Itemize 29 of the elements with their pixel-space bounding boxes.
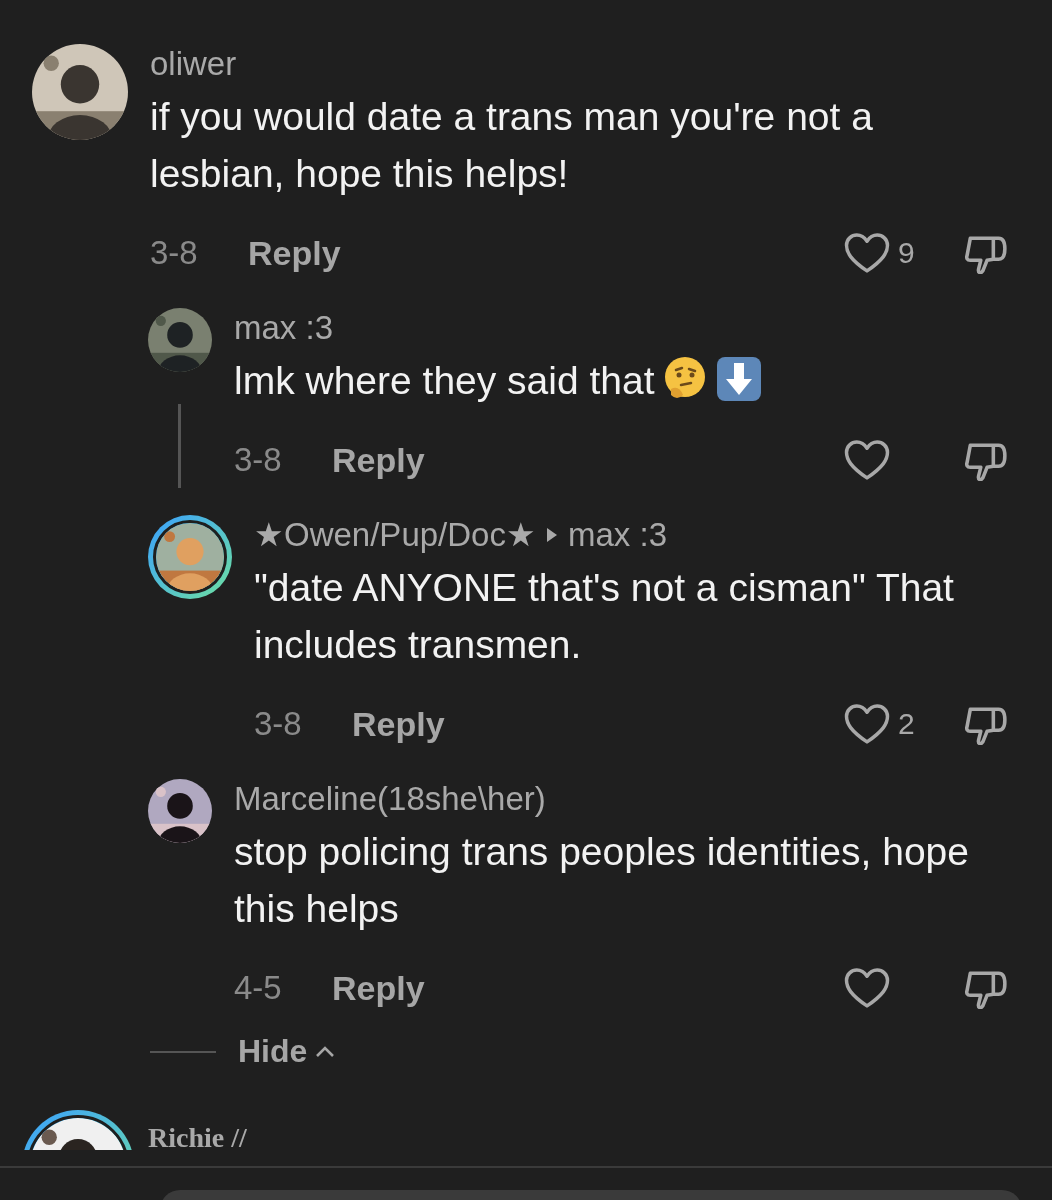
reply-button[interactable]: Reply (248, 233, 341, 273)
username[interactable]: Richie // (148, 1122, 247, 1150)
comment-text: "date ANYONE that's not a cisman" That includes transmen. (254, 565, 955, 668)
comment-date: 4-5 (234, 969, 283, 1007)
like-count: 9 (898, 236, 915, 270)
username[interactable]: oliwer (150, 44, 1012, 84)
username[interactable]: Marceline(18she\her) (234, 779, 546, 819)
comment-date: 3-8 (234, 441, 283, 479)
like-count: 2 (898, 707, 915, 741)
like-button[interactable]: 9 (844, 232, 964, 274)
reply-button[interactable]: Reply (352, 704, 445, 744)
comment-text: lmk where they said that (234, 358, 655, 404)
like-button[interactable]: 2 (844, 703, 964, 745)
heart-icon (844, 967, 890, 1009)
hide-replies-button[interactable]: Hide (238, 1033, 336, 1070)
reply-button[interactable]: Reply (332, 968, 425, 1008)
reply-to-username[interactable]: max :3 (567, 515, 667, 555)
heart-icon (844, 703, 890, 745)
comment-date: 3-8 (150, 234, 199, 272)
comment-date: 3-8 (254, 705, 303, 743)
username[interactable]: ★Owen/Pup/Doc★ (254, 515, 536, 555)
reply-arrow-icon (545, 527, 558, 543)
comment-text: stop policing trans peoples identities, hope this helps (234, 829, 969, 932)
username[interactable]: max :3 (234, 308, 334, 348)
caret-icon (315, 1045, 336, 1058)
heart-icon (844, 232, 890, 274)
comment-text: if you would date a trans man you're not a lesbian, hope this helps! (150, 94, 874, 197)
heart-icon (844, 439, 890, 481)
reply-button[interactable]: Reply (332, 440, 425, 480)
